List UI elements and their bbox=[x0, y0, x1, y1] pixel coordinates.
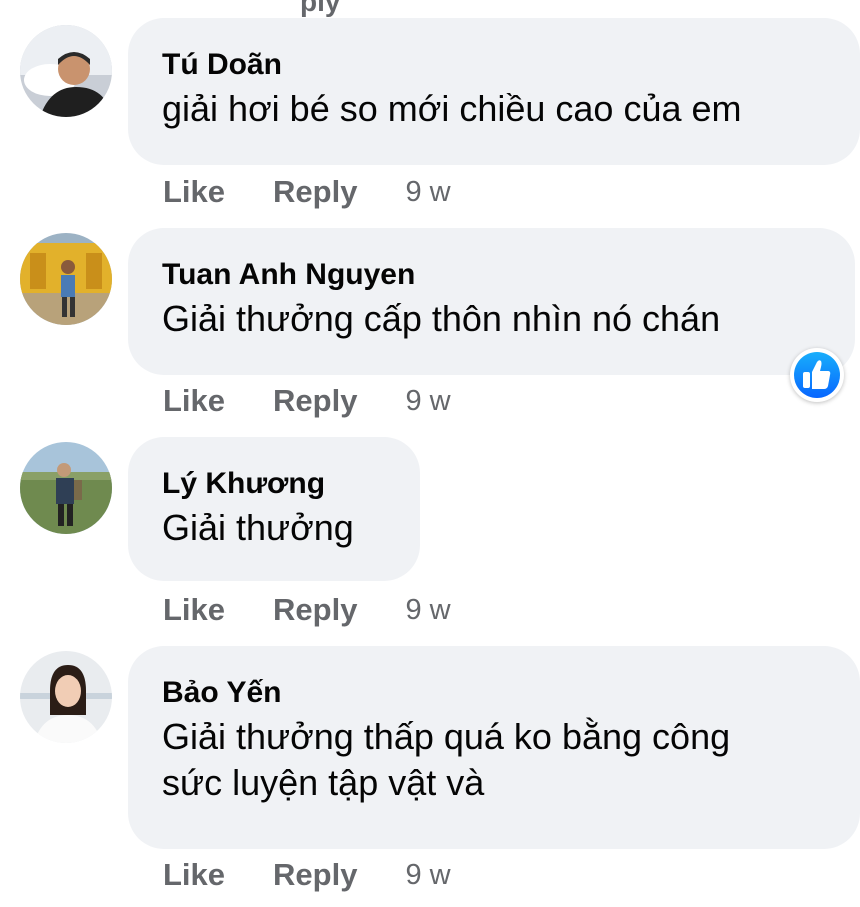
like-button[interactable]: Like bbox=[163, 383, 225, 419]
comment-text: Giải thưởng bbox=[162, 507, 354, 548]
comment-bubble: Lý Khương Giải thưởng bbox=[128, 437, 420, 581]
comment-actions: Like Reply 9 w bbox=[163, 857, 451, 893]
reply-button[interactable]: Reply bbox=[273, 857, 357, 893]
avatar[interactable] bbox=[20, 25, 112, 117]
like-button[interactable]: Like bbox=[163, 174, 225, 210]
reply-button[interactable]: Reply bbox=[273, 592, 357, 628]
like-reaction-badge[interactable] bbox=[790, 348, 844, 402]
comment-text: Giải thưởng thấp quá ko bằng công sức lu… bbox=[162, 714, 826, 806]
comment-actions: Like Reply 9 w bbox=[163, 174, 451, 210]
avatar[interactable] bbox=[20, 233, 112, 325]
comment-text-line: sức luyện tập vật và bbox=[162, 762, 485, 803]
comment-author[interactable]: Bảo Yến bbox=[162, 676, 826, 710]
comment-timestamp[interactable]: 9 w bbox=[405, 859, 450, 892]
avatar-photo-icon bbox=[20, 442, 112, 534]
comment-actions: Like Reply 9 w bbox=[163, 592, 451, 628]
avatar-photo-icon bbox=[20, 233, 112, 325]
previous-comment-reply-fragment[interactable]: ply bbox=[300, 0, 340, 18]
reply-button[interactable]: Reply bbox=[273, 383, 357, 419]
comment-bubble: Tuan Anh Nguyen Giải thưởng cấp thôn nhì… bbox=[128, 228, 855, 375]
avatar-photo-icon bbox=[20, 25, 112, 117]
thumbs-up-icon bbox=[803, 360, 831, 389]
comment-author[interactable]: Tuan Anh Nguyen bbox=[162, 258, 821, 292]
comment-text-line: Giải thưởng thấp quá ko bằng công bbox=[162, 716, 731, 757]
comment-bubble: Tú Doãn giải hơi bé so mới chiều cao của… bbox=[128, 18, 860, 165]
comment-timestamp[interactable]: 9 w bbox=[405, 385, 450, 418]
comment-timestamp[interactable]: 9 w bbox=[405, 176, 450, 209]
comment-text: giải hơi bé so mới chiều cao của em bbox=[162, 88, 742, 129]
avatar[interactable] bbox=[20, 442, 112, 534]
like-button[interactable]: Like bbox=[163, 857, 225, 893]
comment-text: Giải thưởng cấp thôn nhìn nó chán bbox=[162, 298, 721, 339]
like-button[interactable]: Like bbox=[163, 592, 225, 628]
reply-button[interactable]: Reply bbox=[273, 174, 357, 210]
comment-actions: Like Reply 9 w bbox=[163, 383, 451, 419]
avatar[interactable] bbox=[20, 651, 112, 743]
comment-timestamp[interactable]: 9 w bbox=[405, 594, 450, 627]
comment-bubble: Bảo Yến Giải thưởng thấp quá ko bằng côn… bbox=[128, 646, 860, 849]
avatar-photo-icon bbox=[20, 651, 112, 743]
comment-author[interactable]: Lý Khương bbox=[162, 467, 386, 501]
comment-author[interactable]: Tú Doãn bbox=[162, 48, 826, 82]
